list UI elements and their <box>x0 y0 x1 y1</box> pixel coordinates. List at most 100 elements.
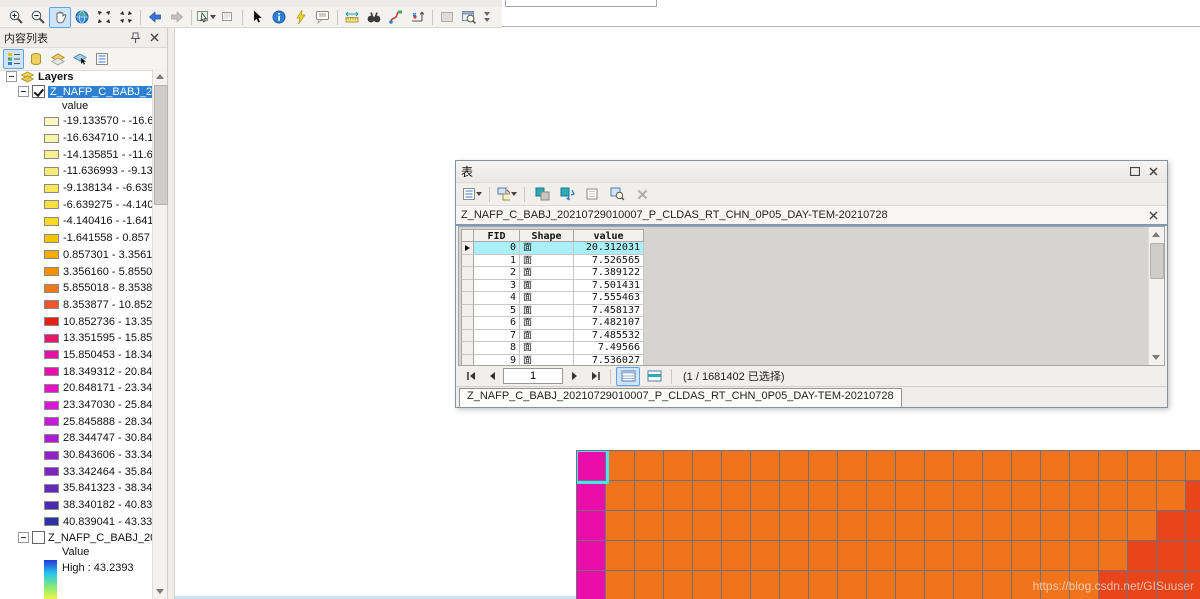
grid-cell[interactable] <box>751 571 780 599</box>
grid-cell[interactable] <box>1012 451 1041 481</box>
back-icon[interactable] <box>144 7 166 28</box>
zoom-in-icon[interactable] <box>5 7 27 28</box>
grid-cell[interactable] <box>780 451 809 481</box>
grid-cell[interactable] <box>1186 511 1200 541</box>
column-header-fid[interactable]: FID <box>474 229 520 242</box>
grid-cell[interactable] <box>983 451 1012 481</box>
layer1-label[interactable]: Z_NAFP_C_BABJ_202 <box>48 85 152 98</box>
scroll-up-icon[interactable] <box>156 74 164 79</box>
show-all-records-icon[interactable] <box>616 366 640 386</box>
row-selector[interactable] <box>461 279 474 292</box>
grid-cell[interactable] <box>1128 481 1157 511</box>
grid-cell[interactable] <box>896 481 925 511</box>
grid-cell[interactable] <box>635 571 664 599</box>
related-tables-icon[interactable] <box>496 184 518 205</box>
grid-cell[interactable] <box>751 511 780 541</box>
tree-node-layer1[interactable]: Z_NAFP_C_BABJ_202 <box>0 84 152 99</box>
table-row[interactable]: 7 面 7.485532 <box>461 329 644 342</box>
legend-item[interactable]: -1.641558 - 0.857 <box>0 230 152 247</box>
grid-cell[interactable] <box>780 541 809 571</box>
forward-icon[interactable] <box>166 7 188 28</box>
grid-cell[interactable] <box>1012 541 1041 571</box>
grid-cell[interactable] <box>751 481 780 511</box>
grid-cell[interactable] <box>954 511 983 541</box>
toolbar-overflow-icon[interactable] <box>484 12 490 22</box>
legend-item[interactable]: -19.133570 - -16.6 <box>0 113 152 130</box>
grid-cell[interactable] <box>780 511 809 541</box>
grid-cell[interactable] <box>1157 451 1186 481</box>
grid-cell[interactable] <box>983 541 1012 571</box>
collapse-icon[interactable] <box>18 86 29 97</box>
grid-cell[interactable] <box>1186 481 1200 511</box>
layer1-checkbox[interactable] <box>32 85 45 98</box>
legend-item[interactable]: -16.634710 - -14.1 <box>0 130 152 147</box>
grid-cell[interactable] <box>751 451 780 481</box>
grid-cell[interactable] <box>867 571 896 599</box>
switch-selection-icon[interactable] <box>556 184 578 205</box>
grid-cell[interactable] <box>664 571 693 599</box>
grid-cell[interactable] <box>693 571 722 599</box>
fixed-zoom-out-icon[interactable] <box>115 7 137 28</box>
grid-cell[interactable] <box>780 571 809 599</box>
grid-cell[interactable] <box>664 451 693 481</box>
viewer-window-icon[interactable] <box>458 7 480 28</box>
hyperlink-icon[interactable] <box>290 7 312 28</box>
legend-item[interactable]: 40.839041 - 43.33 <box>0 514 152 531</box>
grid-cell[interactable] <box>577 571 606 599</box>
delete-selected-icon[interactable] <box>631 184 653 205</box>
table-bottom-tab[interactable]: Z_NAFP_C_BABJ_20210729010007_P_CLDAS_RT_… <box>459 388 902 407</box>
grid-cell[interactable] <box>722 571 751 599</box>
pin-icon[interactable] <box>127 30 144 45</box>
tree-node-layer2[interactable]: Z_NAFP_C_BABJ_202 <box>0 530 152 545</box>
grid-cell[interactable] <box>809 511 838 541</box>
full-extent-icon[interactable] <box>71 7 93 28</box>
table-row[interactable]: 3 面 7.501431 <box>461 279 644 292</box>
row-selector[interactable] <box>461 304 474 317</box>
grid-cell[interactable] <box>896 541 925 571</box>
toc-close-icon[interactable] <box>146 30 163 45</box>
close-icon[interactable] <box>1145 164 1162 179</box>
next-record-icon[interactable] <box>565 367 584 385</box>
grid-cell[interactable] <box>809 541 838 571</box>
grid-cell[interactable] <box>606 481 635 511</box>
grid-cell[interactable] <box>577 451 606 481</box>
grid-cell[interactable] <box>1041 451 1070 481</box>
grid-cell[interactable] <box>606 571 635 599</box>
grid-cell[interactable] <box>664 481 693 511</box>
row-selector[interactable] <box>461 329 474 342</box>
highlight-selected-icon[interactable] <box>531 184 553 205</box>
record-number-input[interactable] <box>503 368 563 384</box>
legend-item[interactable]: 38.340182 - 40.83 <box>0 497 152 514</box>
row-selector[interactable] <box>461 354 474 365</box>
table-row[interactable]: 4 面 7.555463 <box>461 292 644 305</box>
grid-cell[interactable] <box>1070 481 1099 511</box>
grid-cell[interactable] <box>983 511 1012 541</box>
grid-cell[interactable] <box>1157 541 1186 571</box>
panel-splitter[interactable] <box>168 28 175 599</box>
grid-cell[interactable] <box>693 511 722 541</box>
collapse-icon[interactable] <box>6 71 17 82</box>
clear-selection-icon[interactable] <box>217 7 239 28</box>
identify-icon[interactable] <box>268 7 290 28</box>
grid-cell[interactable] <box>925 481 954 511</box>
grid-cell[interactable] <box>954 541 983 571</box>
legend-item[interactable]: -9.138134 - -6.639 <box>0 180 152 197</box>
row-selector[interactable] <box>461 317 474 330</box>
table-vscrollbar[interactable] <box>1148 227 1164 365</box>
row-selector[interactable] <box>461 242 474 255</box>
grid-cell[interactable] <box>635 511 664 541</box>
grid-cell[interactable] <box>896 511 925 541</box>
grid-cell[interactable] <box>1186 451 1200 481</box>
grid-cell[interactable] <box>867 481 896 511</box>
grid-cell[interactable] <box>780 481 809 511</box>
list-by-source-icon[interactable] <box>25 49 46 69</box>
legend-item[interactable]: 3.356160 - 5.8550 <box>0 263 152 280</box>
grid-cell[interactable] <box>1128 511 1157 541</box>
table-row[interactable]: 8 面 7.49566 <box>461 342 644 355</box>
grid-cell[interactable] <box>606 541 635 571</box>
find-icon[interactable] <box>363 7 385 28</box>
grid-cell[interactable] <box>838 451 867 481</box>
grid-cell[interactable] <box>1186 541 1200 571</box>
legend-item[interactable]: 23.347030 - 25.84 <box>0 397 152 414</box>
fixed-zoom-in-icon[interactable] <box>93 7 115 28</box>
